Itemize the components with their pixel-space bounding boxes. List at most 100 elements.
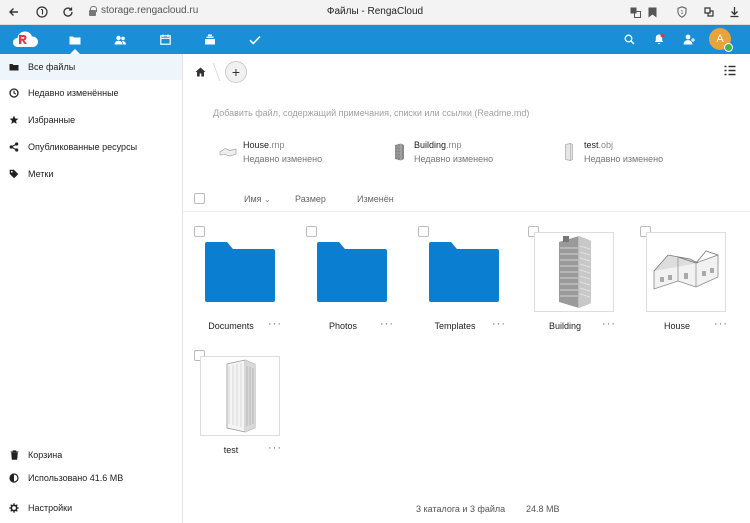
sidebar-item-recent[interactable]: Недавно изменённые	[0, 80, 182, 106]
contacts-icon	[114, 35, 126, 44]
tower-preview-icon	[200, 356, 280, 436]
tasks-icon	[249, 35, 261, 45]
column-modified[interactable]: Изменён	[357, 194, 394, 204]
building-preview-icon	[534, 232, 614, 312]
house-thumbnail-icon	[219, 140, 237, 164]
file-name: Photos	[328, 321, 358, 331]
breadcrumb: +	[191, 60, 247, 84]
tower-thumbnail-icon	[560, 140, 578, 164]
sidebar-item-favorites[interactable]: Избранные	[0, 107, 182, 133]
more-actions-icon[interactable]: ···	[268, 318, 282, 330]
recent-file-subtitle: Недавно изменено	[243, 154, 323, 164]
rengacloud-logo-icon[interactable]	[12, 29, 40, 50]
files-icon	[69, 36, 81, 44]
sidebar-item-label: Настройки	[28, 503, 73, 513]
file-tile-building[interactable]: Building ···	[528, 226, 620, 338]
download-icon[interactable]	[726, 4, 742, 20]
sidebar-item-label: Недавно изменённые	[28, 88, 119, 98]
deck-icon	[205, 34, 215, 45]
folder-icon	[9, 62, 19, 72]
files-summary-size: 24.8 MB	[526, 504, 560, 514]
app-header: A	[0, 25, 750, 54]
sidebar-item-label: Метки	[28, 169, 54, 179]
file-tile-photos[interactable]: Photos ···	[306, 226, 398, 338]
files-summary-count: 3 каталога и 3 файла	[416, 504, 506, 514]
protect-icon[interactable]: 1	[674, 4, 690, 20]
contacts-menu-icon[interactable]	[681, 31, 697, 47]
recent-file-test[interactable]: test.obj Недавно изменено	[560, 140, 663, 168]
sidebar-item-shared[interactable]: Опубликованные ресурсы	[0, 134, 182, 160]
column-size[interactable]: Размер	[295, 194, 326, 204]
reload-icon[interactable]	[60, 4, 76, 20]
folder-icon	[200, 232, 280, 312]
nav-contacts[interactable]	[100, 25, 140, 54]
select-all-checkbox[interactable]	[194, 193, 205, 204]
url-text: storage.rengacloud.ru	[101, 5, 199, 16]
recent-file-building[interactable]: Building.rnp Недавно изменено	[390, 140, 493, 168]
star-icon	[9, 115, 19, 125]
sidebar: Все файлы Недавно изменённые Избранные О…	[0, 54, 183, 523]
files-list-header: Имя ⌄ Размер Изменён	[183, 186, 750, 212]
recent-file-house[interactable]: House.rnp Недавно изменено	[219, 140, 322, 168]
recent-file-name: House.rnp	[243, 140, 285, 150]
browser-toolbar: storage.rengacloud.ru Файлы - RengaCloud…	[0, 0, 750, 25]
more-actions-icon[interactable]: ···	[714, 318, 728, 330]
sort-down-icon: ⌄	[264, 195, 271, 204]
list-view-icon[interactable]	[724, 65, 736, 77]
building-thumbnail-icon	[390, 140, 408, 164]
file-tile-house[interactable]: House ···	[640, 226, 732, 338]
file-name: Templates	[434, 321, 476, 331]
sidebar-item-label: Опубликованные ресурсы	[28, 142, 138, 152]
file-tile-test[interactable]: test ···	[194, 350, 286, 462]
gear-icon	[9, 503, 19, 513]
recent-file-name: test.obj	[584, 140, 614, 150]
yandex-icon[interactable]	[34, 4, 50, 20]
sidebar-item-quota: Использовано 41.6 MB	[0, 465, 182, 491]
file-name: Documents	[208, 321, 254, 331]
file-name: Building	[548, 321, 582, 331]
sidebar-item-label: Избранные	[28, 115, 76, 125]
more-actions-icon[interactable]: ···	[492, 318, 506, 330]
quota-icon	[9, 473, 19, 483]
search-icon[interactable]	[621, 31, 637, 47]
svg-text:1: 1	[680, 10, 683, 16]
more-actions-icon[interactable]: ···	[602, 318, 616, 330]
address-bar[interactable]: storage.rengacloud.ru	[88, 5, 198, 16]
tag-icon	[9, 169, 19, 179]
avatar-letter: A	[716, 33, 724, 45]
bookmark-icon[interactable]	[644, 4, 660, 20]
file-tile-documents[interactable]: Documents ···	[194, 226, 286, 338]
sidebar-item-tags[interactable]: Метки	[0, 161, 182, 187]
extensions-icon[interactable]	[701, 4, 717, 20]
recent-file-subtitle: Недавно изменено	[414, 154, 494, 164]
plus-icon: +	[231, 64, 241, 80]
notifications-icon[interactable]	[651, 31, 667, 47]
recent-file-name: Building.rnp	[414, 140, 462, 150]
lock-icon	[88, 5, 97, 16]
new-file-button[interactable]: +	[225, 61, 247, 83]
user-avatar[interactable]: A	[709, 28, 733, 52]
recent-file-subtitle: Недавно изменено	[584, 154, 664, 164]
sidebar-item-all-files[interactable]: Все файлы	[0, 54, 182, 80]
sidebar-item-settings[interactable]: Настройки	[0, 495, 182, 521]
back-icon[interactable]	[6, 4, 22, 20]
more-actions-icon[interactable]: ···	[380, 318, 394, 330]
nav-calendar[interactable]	[145, 25, 185, 54]
calendar-icon	[159, 34, 171, 45]
folder-icon	[312, 232, 392, 312]
nav-tasks[interactable]	[235, 25, 275, 54]
trash-icon	[9, 450, 19, 460]
quota-label: Использовано 41.6 MB	[28, 473, 124, 483]
clock-icon	[9, 88, 19, 98]
column-name[interactable]: Имя ⌄	[244, 194, 271, 204]
readme-placeholder[interactable]: Добавить файл, содержащий примечания, сп…	[213, 108, 529, 118]
folder-icon	[424, 232, 504, 312]
sidebar-item-label: Корзина	[28, 450, 63, 460]
more-actions-icon[interactable]: ···	[268, 442, 282, 454]
translate-icon[interactable]	[627, 4, 643, 20]
nav-files[interactable]	[55, 25, 95, 54]
nav-deck[interactable]	[190, 25, 230, 54]
sidebar-item-label: Все файлы	[28, 62, 76, 72]
house-preview-icon	[646, 232, 726, 312]
file-tile-templates[interactable]: Templates ···	[418, 226, 510, 338]
